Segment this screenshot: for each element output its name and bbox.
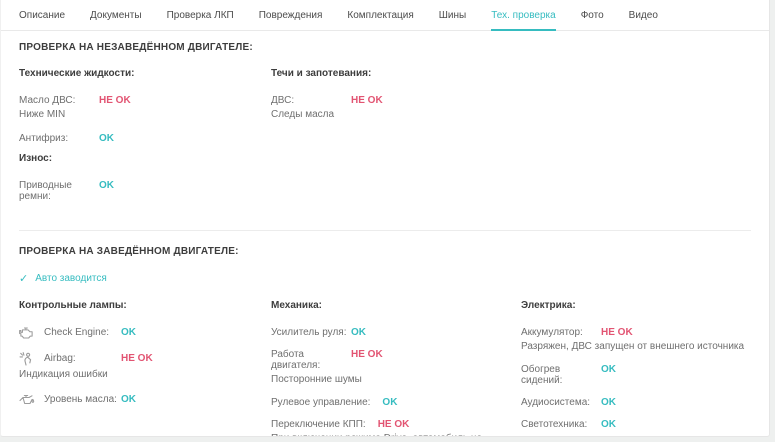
check-item-airbag: Airbag: НЕ OK Индикация ошибки — [19, 352, 271, 382]
check-item-dvs-leaks: ДВС: НЕ OK Следы масла — [271, 95, 521, 122]
check-item-engine-oil: Масло ДВС: НЕ OK Ниже MIN — [19, 95, 271, 122]
check-item-seat-heating: Обогрев сидений: OK — [521, 364, 751, 386]
electrics-column: Электрика: Аккумулятор: НЕ OK Разряжен, … — [521, 300, 751, 438]
check-item-lights: Светотехника: OK — [521, 419, 751, 430]
tech-check-panel: Описание Документы Проверка ЛКП Поврежде… — [0, 0, 770, 437]
status-badge: НЕ OK — [601, 327, 633, 338]
check-label: Аккумулятор: — [521, 327, 597, 338]
check-item-oil-level: Уровень масла: OK — [19, 394, 271, 405]
check-item-gearbox: Переключение КПП: НЕ OK При включении ре… — [271, 419, 521, 437]
status-badge: НЕ OK — [378, 419, 410, 430]
check-item-engine-work: Работа двигателя: НЕ OK Посторонние шумы — [271, 349, 521, 387]
check-label: Рулевое управление: — [271, 397, 378, 408]
tab-description[interactable]: Описание — [19, 0, 65, 31]
group-title-wear: Износ: — [19, 153, 271, 164]
auto-starts-label: Авто заводится — [35, 273, 107, 284]
lamps-column: Контрольные лампы: Check Engine: OK — [19, 300, 271, 419]
engine-off-col-2: Течи и запотевания: ДВС: НЕ OK Следы мас… — [271, 68, 521, 133]
status-badge: НЕ OK — [351, 95, 383, 106]
status-badge: НЕ OK — [121, 353, 153, 364]
check-note: Индикация ошибки — [19, 369, 271, 382]
engine-off-col-1: Технические жидкости: Масло ДВС: НЕ OK Н… — [19, 68, 271, 213]
tab-documents[interactable]: Документы — [90, 0, 142, 31]
group-title-fluids: Технические жидкости: — [19, 68, 271, 79]
check-label: Работа двигателя: — [271, 349, 347, 371]
tab-photo[interactable]: Фото — [581, 0, 604, 31]
check-label: Обогрев сидений: — [521, 364, 597, 386]
check-note: Посторонние шумы — [271, 374, 521, 387]
check-label: Приводные ремни: — [19, 180, 95, 202]
status-badge: OK — [121, 327, 136, 338]
airbag-icon — [19, 352, 37, 366]
check-item-audio: Аудиосистема: OK — [521, 397, 751, 408]
group-title-leaks: Течи и запотевания: — [271, 68, 521, 79]
check-note: При включении режима Drive, автомобиль н… — [271, 433, 521, 437]
tab-tech-check[interactable]: Тех. проверка — [491, 0, 555, 31]
check-label: Check Engine: — [44, 327, 117, 338]
check-item-steering: Рулевое управление: OK — [271, 397, 521, 408]
check-item-battery: Аккумулятор: НЕ OK Разряжен, ДВС запущен… — [521, 327, 751, 354]
check-item-antifreeze: Антифриз: OK — [19, 133, 271, 144]
group-title-electrics: Электрика: — [521, 300, 751, 311]
check-note: Ниже MIN — [19, 109, 271, 122]
check-engine-icon — [19, 327, 37, 339]
tab-bar: Описание Документы Проверка ЛКП Поврежде… — [1, 0, 769, 31]
check-label: ДВС: — [271, 95, 347, 106]
check-label: Усилитель руля: — [271, 327, 347, 338]
tab-tires[interactable]: Шины — [439, 0, 466, 31]
status-badge: НЕ OK — [99, 95, 131, 106]
check-label: Airbag: — [44, 353, 117, 364]
auto-starts-row: ✓ Авто заводится — [19, 272, 751, 285]
status-badge: OK — [601, 397, 616, 408]
oil-can-icon — [19, 394, 37, 405]
check-label: Светотехника: — [521, 419, 597, 430]
tab-paint-check[interactable]: Проверка ЛКП — [167, 0, 234, 31]
check-label: Антифриз: — [19, 133, 95, 144]
check-item-check-engine: Check Engine: OK — [19, 327, 271, 339]
status-badge: OK — [382, 397, 397, 408]
tech-check-content: ПРОВЕРКА НА НЕЗАВЕДЁННОМ ДВИГАТЕЛЕ: Техн… — [1, 31, 769, 437]
section-divider — [19, 230, 751, 231]
tab-video[interactable]: Видео — [629, 0, 658, 31]
section-title-engine-on: ПРОВЕРКА НА ЗАВЕДЁННОМ ДВИГАТЕЛЕ: — [19, 246, 751, 257]
check-label: Уровень масла: — [44, 394, 117, 405]
check-item-drive-belts: Приводные ремни: OK — [19, 180, 271, 202]
group-title-mechanics: Механика: — [271, 300, 521, 311]
mechanics-column: Механика: Усилитель руля: OK Работа двиг… — [271, 300, 521, 438]
status-badge: OK — [121, 394, 136, 405]
tab-equipment[interactable]: Комплектация — [347, 0, 413, 31]
check-note: Разряжен, ДВС запущен от внешнего источн… — [521, 341, 751, 354]
status-badge: OK — [601, 419, 616, 430]
check-item-power-steering: Усилитель руля: OK — [271, 327, 521, 338]
group-title-lamps: Контрольные лампы: — [19, 300, 271, 311]
status-badge: НЕ OK — [351, 349, 383, 360]
status-badge: OK — [99, 180, 114, 191]
check-note: Следы масла — [271, 109, 521, 122]
status-badge: OK — [601, 364, 616, 375]
check-label: Переключение КПП: — [271, 419, 374, 430]
section-title-engine-off: ПРОВЕРКА НА НЕЗАВЕДЁННОМ ДВИГАТЕЛЕ: — [19, 42, 751, 53]
status-badge: OK — [351, 327, 366, 338]
check-icon: ✓ — [19, 272, 28, 285]
status-badge: OK — [99, 133, 114, 144]
tab-damages[interactable]: Повреждения — [259, 0, 323, 31]
engine-off-grid: Технические жидкости: Масло ДВС: НЕ OK Н… — [19, 68, 751, 213]
check-label: Масло ДВС: — [19, 95, 95, 106]
check-label: Аудиосистема: — [521, 397, 597, 408]
engine-on-grid: Контрольные лампы: Check Engine: OK — [19, 300, 751, 438]
